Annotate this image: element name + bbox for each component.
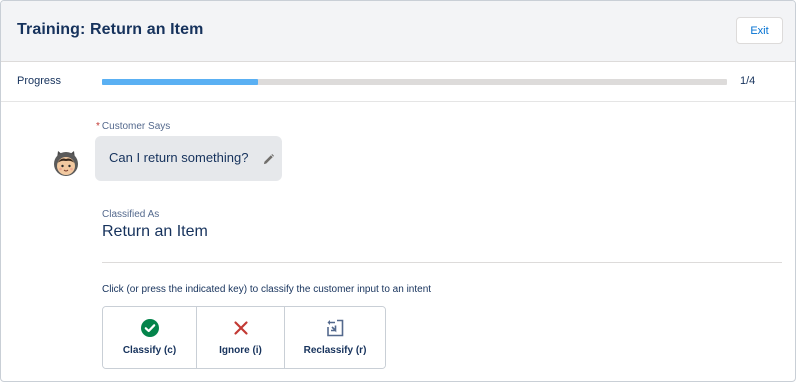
customer-says-text: Customer Says	[101, 121, 171, 132]
modal-header: Training: Return an Item Exit	[1, 1, 795, 62]
reclassify-icon	[326, 319, 344, 337]
progress-bar-fill	[102, 79, 259, 85]
astro-avatar-icon	[54, 151, 78, 176]
customer-utterance-bubble: Can I return something?	[95, 136, 282, 181]
training-modal: Training: Return an Item Exit Progress 1…	[0, 0, 796, 382]
progress-row: Progress 1/4	[1, 62, 795, 102]
customer-utterance: Can I return something?	[109, 150, 249, 165]
progress-count: 1/4	[740, 75, 756, 87]
customer-says-label: * Customer Says	[96, 121, 170, 132]
divider	[102, 262, 782, 263]
classified-intent: Return an Item	[102, 223, 208, 240]
progress-bar	[102, 79, 727, 85]
progress-label: Progress	[17, 75, 62, 87]
reclassify-button[interactable]: Reclassify (r)	[284, 307, 385, 368]
classification-instructions: Click (or press the indicated key) to cl…	[102, 284, 432, 295]
page-title: Training: Return an Item	[17, 21, 204, 38]
ignore-button[interactable]: Ignore (i)	[196, 307, 284, 368]
classify-button[interactable]: Classify (c)	[103, 307, 196, 368]
check-circle-icon	[140, 319, 159, 337]
classified-as-label: Classified As	[102, 209, 160, 220]
reclassify-label: Reclassify (r)	[303, 345, 367, 356]
classification-button-group: Classify (c) Ignore (i) Reclassify (r)	[102, 306, 386, 369]
classify-label: Classify (c)	[122, 345, 177, 356]
required-mark: *	[96, 121, 100, 132]
ignore-label: Ignore (i)	[219, 345, 262, 356]
close-x-icon	[232, 319, 250, 337]
exit-button[interactable]: Exit	[736, 17, 783, 44]
pencil-icon[interactable]	[263, 154, 274, 165]
